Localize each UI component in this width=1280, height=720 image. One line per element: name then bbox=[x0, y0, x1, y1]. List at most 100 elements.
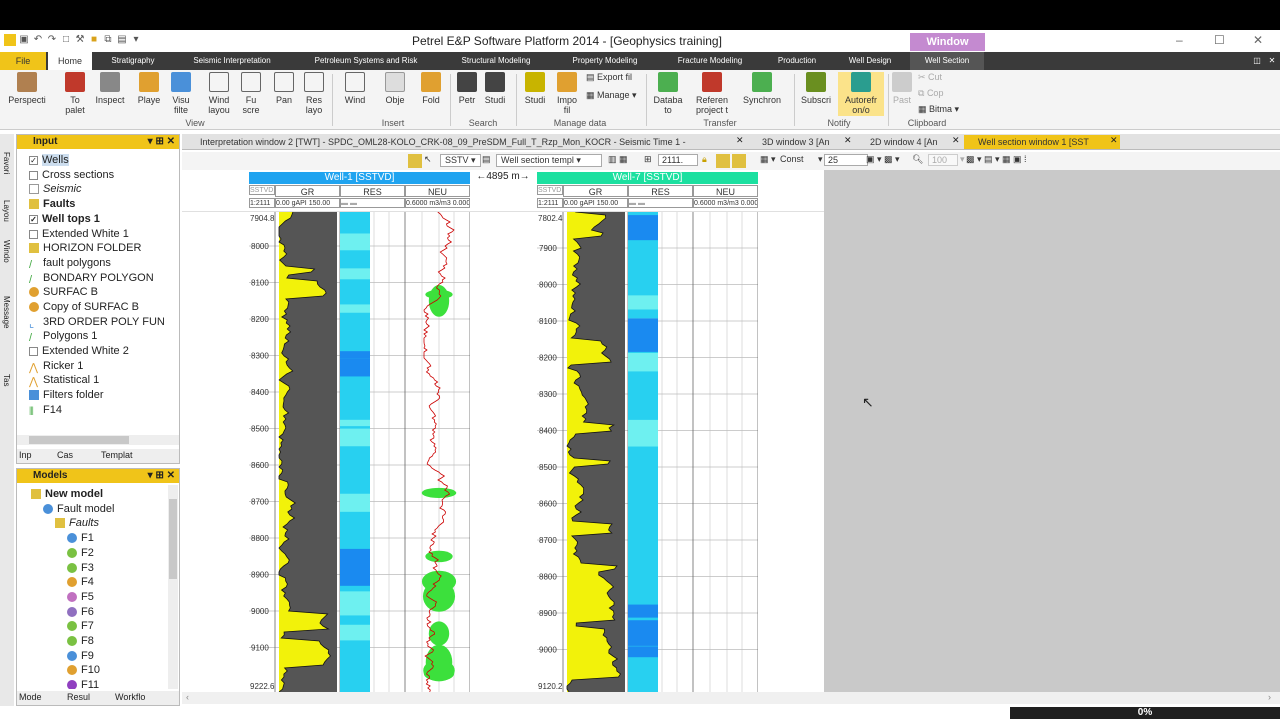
const-icon[interactable]: ▦ ▾ bbox=[760, 154, 776, 165]
list-item[interactable]: / Polygons 1 bbox=[29, 329, 97, 344]
checkbox-icon[interactable] bbox=[29, 346, 38, 356]
pin-icon[interactable]: ◫ bbox=[1250, 52, 1264, 70]
tab-property-modeling[interactable]: Property Modeling bbox=[560, 52, 650, 70]
list-item[interactable]: HORIZON FOLDER bbox=[29, 241, 141, 255]
list-item[interactable]: Cross sections bbox=[29, 168, 114, 182]
checkbox-icon[interactable] bbox=[29, 229, 38, 239]
tab-stratigraphy[interactable]: Stratigraphy bbox=[100, 52, 166, 70]
empty-canvas-area[interactable]: ↖ bbox=[824, 170, 1280, 692]
list-item[interactable]: F2 bbox=[67, 546, 94, 560]
tab-input[interactable]: Inp bbox=[19, 450, 32, 460]
gr-track-header[interactable]: GR bbox=[563, 185, 628, 197]
maximize-icon[interactable]: ☐ bbox=[1214, 33, 1225, 47]
list-item[interactable]: Extended White 1 bbox=[29, 227, 129, 241]
import-file-button[interactable]: Impo fil bbox=[554, 72, 580, 115]
studio-button[interactable]: Studi bbox=[522, 72, 548, 105]
customize-icon[interactable]: ▾ bbox=[130, 34, 142, 46]
select-tool-icon[interactable] bbox=[408, 154, 422, 168]
autorefresh-button[interactable]: Autorefr on/o bbox=[838, 72, 884, 116]
scroll-left-icon[interactable]: ‹ bbox=[186, 692, 189, 702]
copy-button[interactable]: ⧉ Cop bbox=[918, 88, 958, 98]
tab-cases[interactable]: Cas bbox=[57, 450, 73, 460]
player-button[interactable]: Playe bbox=[134, 72, 164, 105]
tab-close-icon[interactable]: ✕ bbox=[952, 135, 960, 146]
list-item[interactable]: Copy of SURFAC B bbox=[29, 300, 139, 314]
list-item[interactable]: F3 bbox=[67, 561, 94, 575]
tab-well-design[interactable]: Well Design bbox=[838, 52, 902, 70]
tab-fracture-modeling[interactable]: Fracture Modeling bbox=[668, 52, 752, 70]
template-icon[interactable]: ▤ bbox=[482, 154, 491, 165]
cut-button[interactable]: ✂ Cut bbox=[918, 72, 958, 82]
ribbon-close-icon[interactable]: ✕ bbox=[1266, 52, 1278, 70]
neu-track-header[interactable]: NEU bbox=[405, 185, 470, 197]
checkbox-icon[interactable] bbox=[29, 170, 38, 180]
list-item[interactable]: F10 bbox=[67, 663, 100, 677]
tab-close-icon[interactable]: ✕ bbox=[844, 135, 852, 146]
zoom-input[interactable]: 100 bbox=[928, 154, 958, 166]
tab-2d-window[interactable]: 2D window 4 [An bbox=[856, 135, 952, 149]
visual-filter-button[interactable]: Visu filte bbox=[168, 72, 194, 115]
layout-tools-icon[interactable]: ▥ ▦ bbox=[608, 154, 628, 165]
tab-seismic-interpretation[interactable]: Seismic Interpretation bbox=[180, 52, 284, 70]
tools-icon[interactable]: ⚒ bbox=[74, 34, 86, 46]
pointer-icon[interactable]: ↖ bbox=[424, 154, 432, 165]
well-1-header[interactable]: Well-1 [SSTVD] bbox=[249, 172, 470, 184]
to-palette-button[interactable]: To palet bbox=[62, 72, 88, 115]
petrel-search-button[interactable]: Petr bbox=[456, 72, 478, 105]
database-to-button[interactable]: Databa to bbox=[652, 72, 684, 115]
lock-icon[interactable]: 🔒︎ bbox=[702, 154, 707, 165]
side-tab-tasks[interactable]: Tas bbox=[2, 374, 11, 386]
save-icon[interactable]: ▣ bbox=[18, 34, 30, 46]
subscribe-button[interactable]: Subscri bbox=[800, 72, 832, 105]
scrollbar-thumb[interactable] bbox=[169, 499, 177, 579]
scale-icon[interactable]: ⊞ bbox=[644, 154, 652, 165]
res-track-header[interactable]: RES bbox=[628, 185, 693, 197]
checkbox-icon[interactable]: ✓ bbox=[29, 155, 38, 165]
list-item[interactable]: F11 bbox=[67, 678, 99, 689]
list-item[interactable]: F8 bbox=[67, 634, 94, 648]
object-button[interactable]: Obje bbox=[382, 72, 408, 105]
well-7-header[interactable]: Well-7 [SSTVD] bbox=[537, 172, 758, 184]
redo-icon[interactable]: ↷ bbox=[46, 34, 58, 46]
perspective-button[interactable]: Perspecti bbox=[6, 72, 48, 105]
side-tab-layout[interactable]: Layou bbox=[2, 200, 11, 222]
tab-home[interactable]: Home bbox=[48, 52, 92, 70]
inspect-button[interactable]: Inspect bbox=[92, 72, 128, 105]
well-7-logs[interactable]: 7900 8000 8100 8200 8300 8400 8500 8600 8700 8800… bbox=[537, 212, 758, 692]
list-item[interactable]: F4 bbox=[67, 575, 94, 589]
close-icon[interactable]: ✕ bbox=[1253, 33, 1263, 47]
gr-track-header[interactable]: GR bbox=[275, 185, 340, 197]
pan-button[interactable]: Pan bbox=[272, 72, 296, 105]
list-item[interactable]: F6 bbox=[67, 605, 94, 619]
list-item[interactable]: Faults bbox=[29, 197, 75, 211]
tab-results[interactable]: Resul bbox=[67, 692, 90, 702]
tab-file[interactable]: File bbox=[0, 52, 46, 70]
side-tab-message[interactable]: Message bbox=[2, 296, 11, 328]
extra-tools-icon[interactable]: ▩ ▾ ▤ ▾ ▦ ▣ ⁞ bbox=[966, 154, 1027, 165]
side-tab-favorites[interactable]: Favori bbox=[2, 152, 11, 174]
list-item[interactable]: New model bbox=[31, 487, 103, 501]
list-item[interactable]: Filters folder bbox=[29, 388, 104, 402]
tab-production[interactable]: Production bbox=[766, 52, 828, 70]
reference-project-button[interactable]: Referen project t bbox=[690, 72, 734, 115]
tab-petroleum-systems[interactable]: Petroleum Systems and Risk bbox=[306, 52, 426, 70]
zoom-icon[interactable]: 🔍︎ bbox=[912, 154, 923, 165]
export-file-button[interactable]: ▤ Export fil bbox=[586, 72, 636, 82]
mode-dropdown-icon[interactable]: ▾ bbox=[818, 154, 823, 165]
list-item[interactable]: SURFAC B bbox=[29, 285, 98, 299]
panel-close-icon[interactable]: ▾ ⊞ ✕ bbox=[148, 469, 175, 483]
undo-icon[interactable]: ↶ bbox=[32, 34, 44, 46]
list-item[interactable]: F7 bbox=[67, 619, 94, 633]
spacing-input[interactable]: 25 bbox=[824, 154, 868, 166]
list-item[interactable]: F1 bbox=[67, 531, 94, 545]
paste-button[interactable]: Past bbox=[892, 72, 912, 105]
list-item[interactable]: / BONDARY POLYGON bbox=[29, 271, 154, 286]
canvas-horizontal-scrollbar[interactable]: ‹ › bbox=[182, 692, 1280, 704]
list-item[interactable]: Extended White 2 bbox=[29, 344, 129, 358]
neu-track-header[interactable]: NEU bbox=[693, 185, 758, 197]
full-screen-button[interactable]: Fu scre bbox=[238, 72, 264, 115]
list-item[interactable]: ⌞ 3RD ORDER POLY FUN bbox=[29, 315, 165, 330]
scrollbar-thumb[interactable] bbox=[29, 436, 129, 444]
tab-structural-modeling[interactable]: Structural Modeling bbox=[448, 52, 544, 70]
list-item[interactable]: Seismic bbox=[29, 182, 82, 196]
